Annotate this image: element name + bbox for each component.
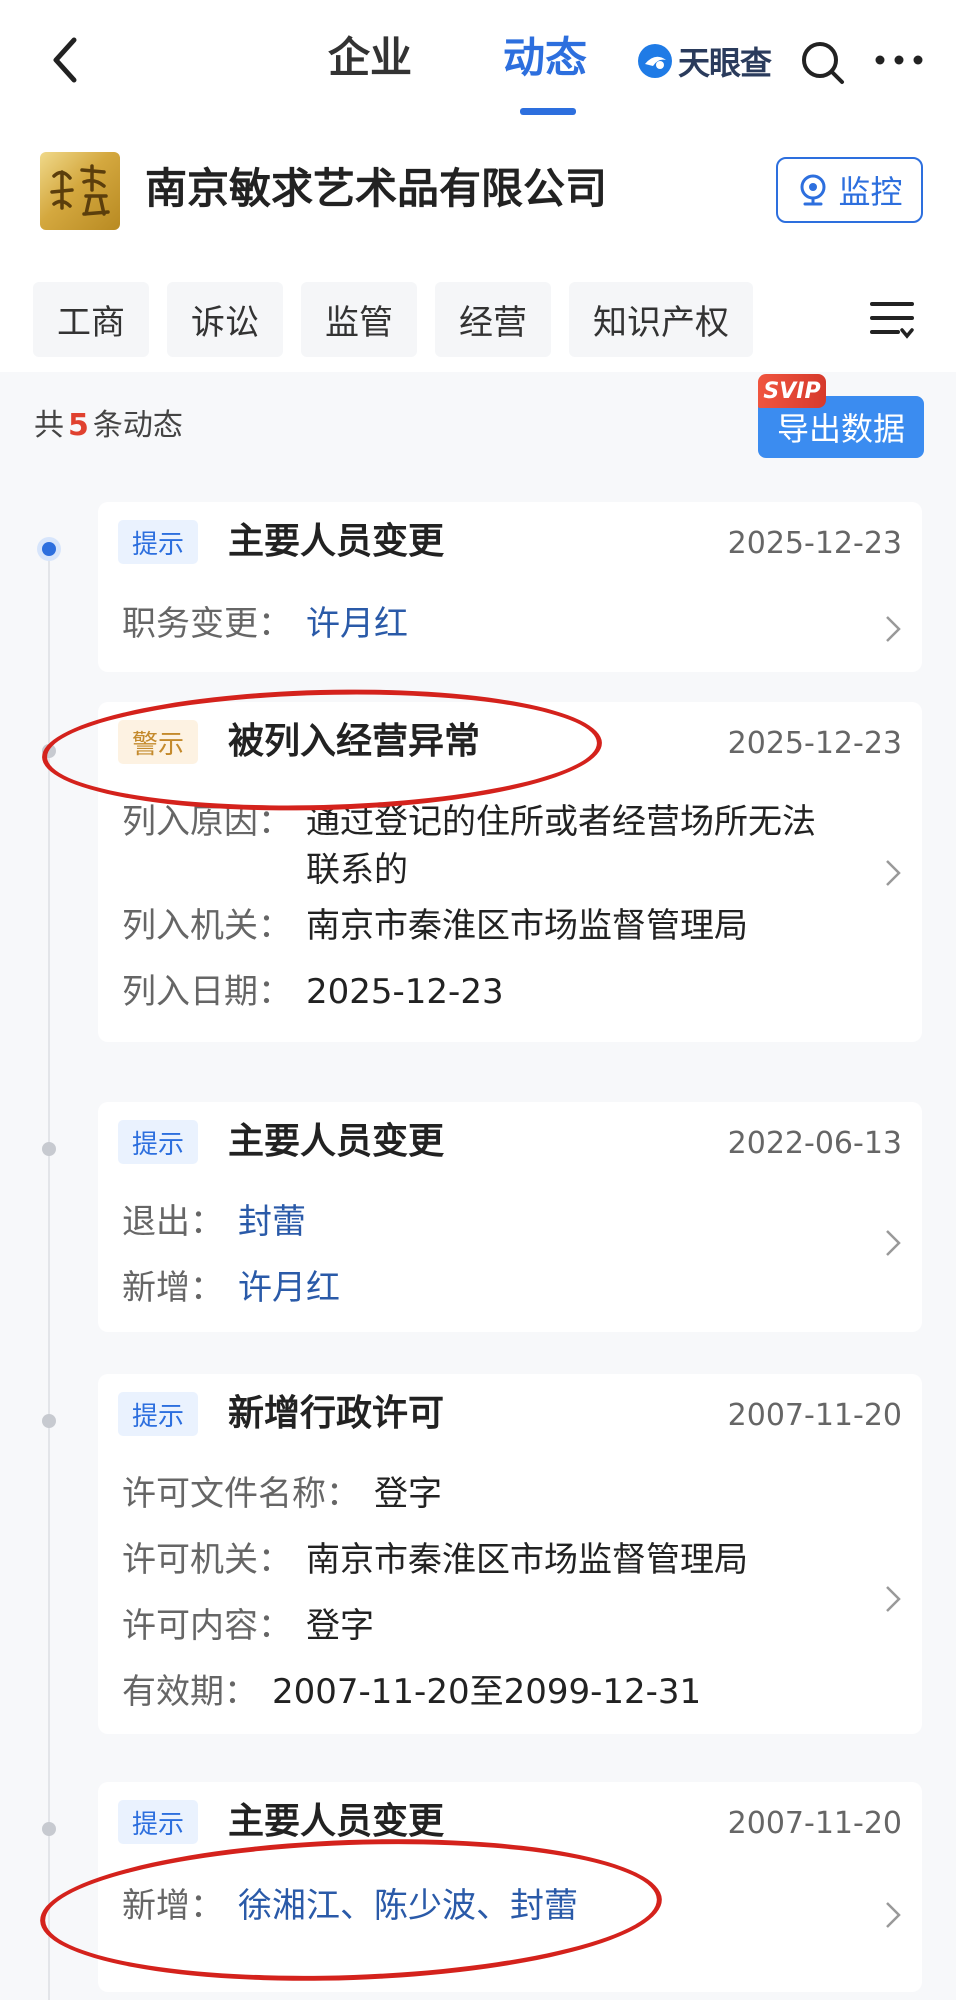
event-detail-row: 有效期： 2007-11-20至2099-12-31: [122, 1668, 701, 1716]
back-arrow-icon: [53, 37, 77, 83]
event-detail-row: 列入原因： 通过登记的住所或者经营场所无法联系的: [122, 798, 862, 894]
detail-label: 列入原因：: [122, 802, 292, 842]
event-title: 新增行政许可: [228, 1393, 445, 1434]
detail-label: 有效期：: [122, 1672, 258, 1712]
detail-value: 南京市秦淮区市场监督管理局: [306, 1540, 748, 1580]
person-link[interactable]: 许月红: [238, 1264, 340, 1312]
detail-value: 通过登记的住所或者经营场所无法联系的: [306, 802, 816, 890]
chevron-right-icon: [886, 860, 901, 886]
event-tag: 提示: [118, 1800, 199, 1844]
event-tag-warning: 警示: [118, 720, 199, 764]
top-nav-bar: 企业 动态 天眼查: [0, 0, 956, 125]
back-button[interactable]: [44, 30, 94, 90]
timeline-dot: [42, 1822, 56, 1836]
tianyancha-logo-icon: [638, 44, 672, 78]
chevron-right-icon: [886, 1586, 901, 1612]
company-logo: [40, 152, 120, 230]
event-title: 主要人员变更: [228, 1121, 445, 1162]
filter-business-registration[interactable]: 工商: [33, 282, 149, 357]
detail-value: 登字: [306, 1606, 374, 1646]
filter-regulation[interactable]: 监管: [301, 282, 417, 357]
filter-operations[interactable]: 经营: [435, 282, 551, 357]
search-button[interactable]: [798, 38, 848, 88]
detail-value: 登字: [374, 1474, 442, 1514]
summary-bar: 共 5 条动态 导出数据 SVIP: [0, 372, 956, 482]
active-tab-indicator: [520, 108, 576, 115]
detail-label: 许可内容：: [122, 1606, 292, 1646]
timeline-line: [48, 542, 50, 2000]
event-detail-row: 新增： 许月红: [122, 1264, 340, 1312]
monitor-button[interactable]: 监控: [776, 157, 923, 223]
timeline-dot: [42, 1414, 56, 1428]
count-suffix: 条动态: [92, 408, 183, 443]
filter-list-icon: [870, 302, 914, 339]
filter-intellectual-property[interactable]: 知识产权: [569, 282, 753, 357]
detail-label: 新增：: [122, 1268, 224, 1308]
event-card[interactable]: 提示 主要人员变更 2025-12-23 职务变更： 许月红: [98, 502, 922, 672]
monitor-label: 监控: [838, 173, 903, 211]
event-tag: 提示: [118, 520, 199, 564]
count-number: 5: [68, 408, 89, 443]
event-card[interactable]: 警示 被列入经营异常 2025-12-23 列入原因： 通过登记的住所或者经营场…: [98, 702, 922, 1042]
detail-value: 2025-12-23: [306, 972, 504, 1012]
event-title: 主要人员变更: [228, 1801, 445, 1842]
company-seal-logo-icon: [50, 164, 110, 216]
person-link[interactable]: 许月红: [306, 600, 408, 648]
detail-label: 新增：: [122, 1886, 224, 1926]
svip-badge: SVIP: [758, 374, 826, 408]
detail-label: 列入日期：: [122, 972, 292, 1012]
event-date: 2007-11-20: [727, 1398, 902, 1433]
person-link[interactable]: 徐湘江、陈少波、封蕾: [238, 1882, 578, 1930]
webcam-icon: [800, 174, 826, 206]
event-detail-row: 许可机关： 南京市秦淮区市场监督管理局: [122, 1536, 748, 1584]
event-card[interactable]: 提示 主要人员变更 2022-06-13 退出： 封蕾 新增： 许月红: [98, 1102, 922, 1332]
more-options-button[interactable]: [872, 45, 926, 75]
chevron-right-icon: [886, 616, 901, 642]
detail-label: 许可机关：: [122, 1540, 292, 1580]
category-filter-tabs: 工商 诉讼 监管 经营 知识产权: [33, 282, 753, 357]
company-name: 南京敏求艺术品有限公司: [145, 164, 608, 213]
detail-value: 南京市秦淮区市场监督管理局: [306, 906, 748, 946]
event-detail-row: 列入日期： 2025-12-23: [122, 968, 504, 1016]
event-timeline: 提示 主要人员变更 2025-12-23 职务变更： 许月红 警示 被列入经营异…: [0, 482, 956, 2000]
event-detail-row: 许可内容： 登字: [122, 1602, 374, 1650]
event-card[interactable]: 提示 主要人员变更 2007-11-20 新增： 徐湘江、陈少波、封蕾: [98, 1782, 922, 1992]
event-title: 主要人员变更: [228, 521, 445, 562]
count-prefix: 共: [34, 408, 64, 443]
event-card[interactable]: 提示 新增行政许可 2007-11-20 许可文件名称： 登字 许可机关： 南京…: [98, 1374, 922, 1734]
filter-litigation[interactable]: 诉讼: [167, 282, 283, 357]
timeline-dot: [42, 1142, 56, 1156]
event-title: 被列入经营异常: [228, 721, 481, 762]
filter-menu-button[interactable]: [868, 298, 916, 342]
tab-dynamics[interactable]: 动态: [503, 30, 587, 86]
detail-value: 2007-11-20至2099-12-31: [272, 1672, 702, 1712]
tab-company[interactable]: 企业: [328, 30, 412, 86]
event-tag: 提示: [118, 1392, 199, 1436]
event-detail-row: 许可文件名称： 登字: [122, 1470, 442, 1518]
event-tag: 提示: [118, 1120, 199, 1164]
chevron-right-icon: [886, 1230, 901, 1256]
event-date: 2022-06-13: [727, 1126, 902, 1161]
event-date: 2025-12-23: [727, 726, 902, 761]
detail-label: 职务变更：: [122, 604, 292, 644]
event-detail-row: 新增： 徐湘江、陈少波、封蕾: [122, 1882, 578, 1930]
detail-label: 退出：: [122, 1202, 224, 1242]
event-count: 共 5 条动态: [34, 406, 183, 446]
search-icon: [802, 42, 844, 84]
detail-label: 许可文件名称：: [122, 1474, 360, 1514]
timeline-dot: [42, 542, 56, 556]
timeline-dot: [42, 744, 56, 758]
event-date: 2025-12-23: [727, 526, 902, 561]
event-detail-row: 列入机关： 南京市秦淮区市场监督管理局: [122, 902, 748, 950]
brand-logo: 天眼查: [636, 38, 772, 84]
person-link[interactable]: 封蕾: [238, 1198, 306, 1246]
event-detail-row: 退出： 封蕾: [122, 1198, 306, 1246]
detail-label: 列入机关：: [122, 906, 292, 946]
brand-name: 天眼查: [678, 44, 772, 82]
more-dots-icon: [875, 55, 923, 65]
chevron-right-icon: [886, 1902, 901, 1928]
event-date: 2007-11-20: [727, 1806, 902, 1841]
event-detail-row: 职务变更： 许月红: [122, 600, 408, 648]
